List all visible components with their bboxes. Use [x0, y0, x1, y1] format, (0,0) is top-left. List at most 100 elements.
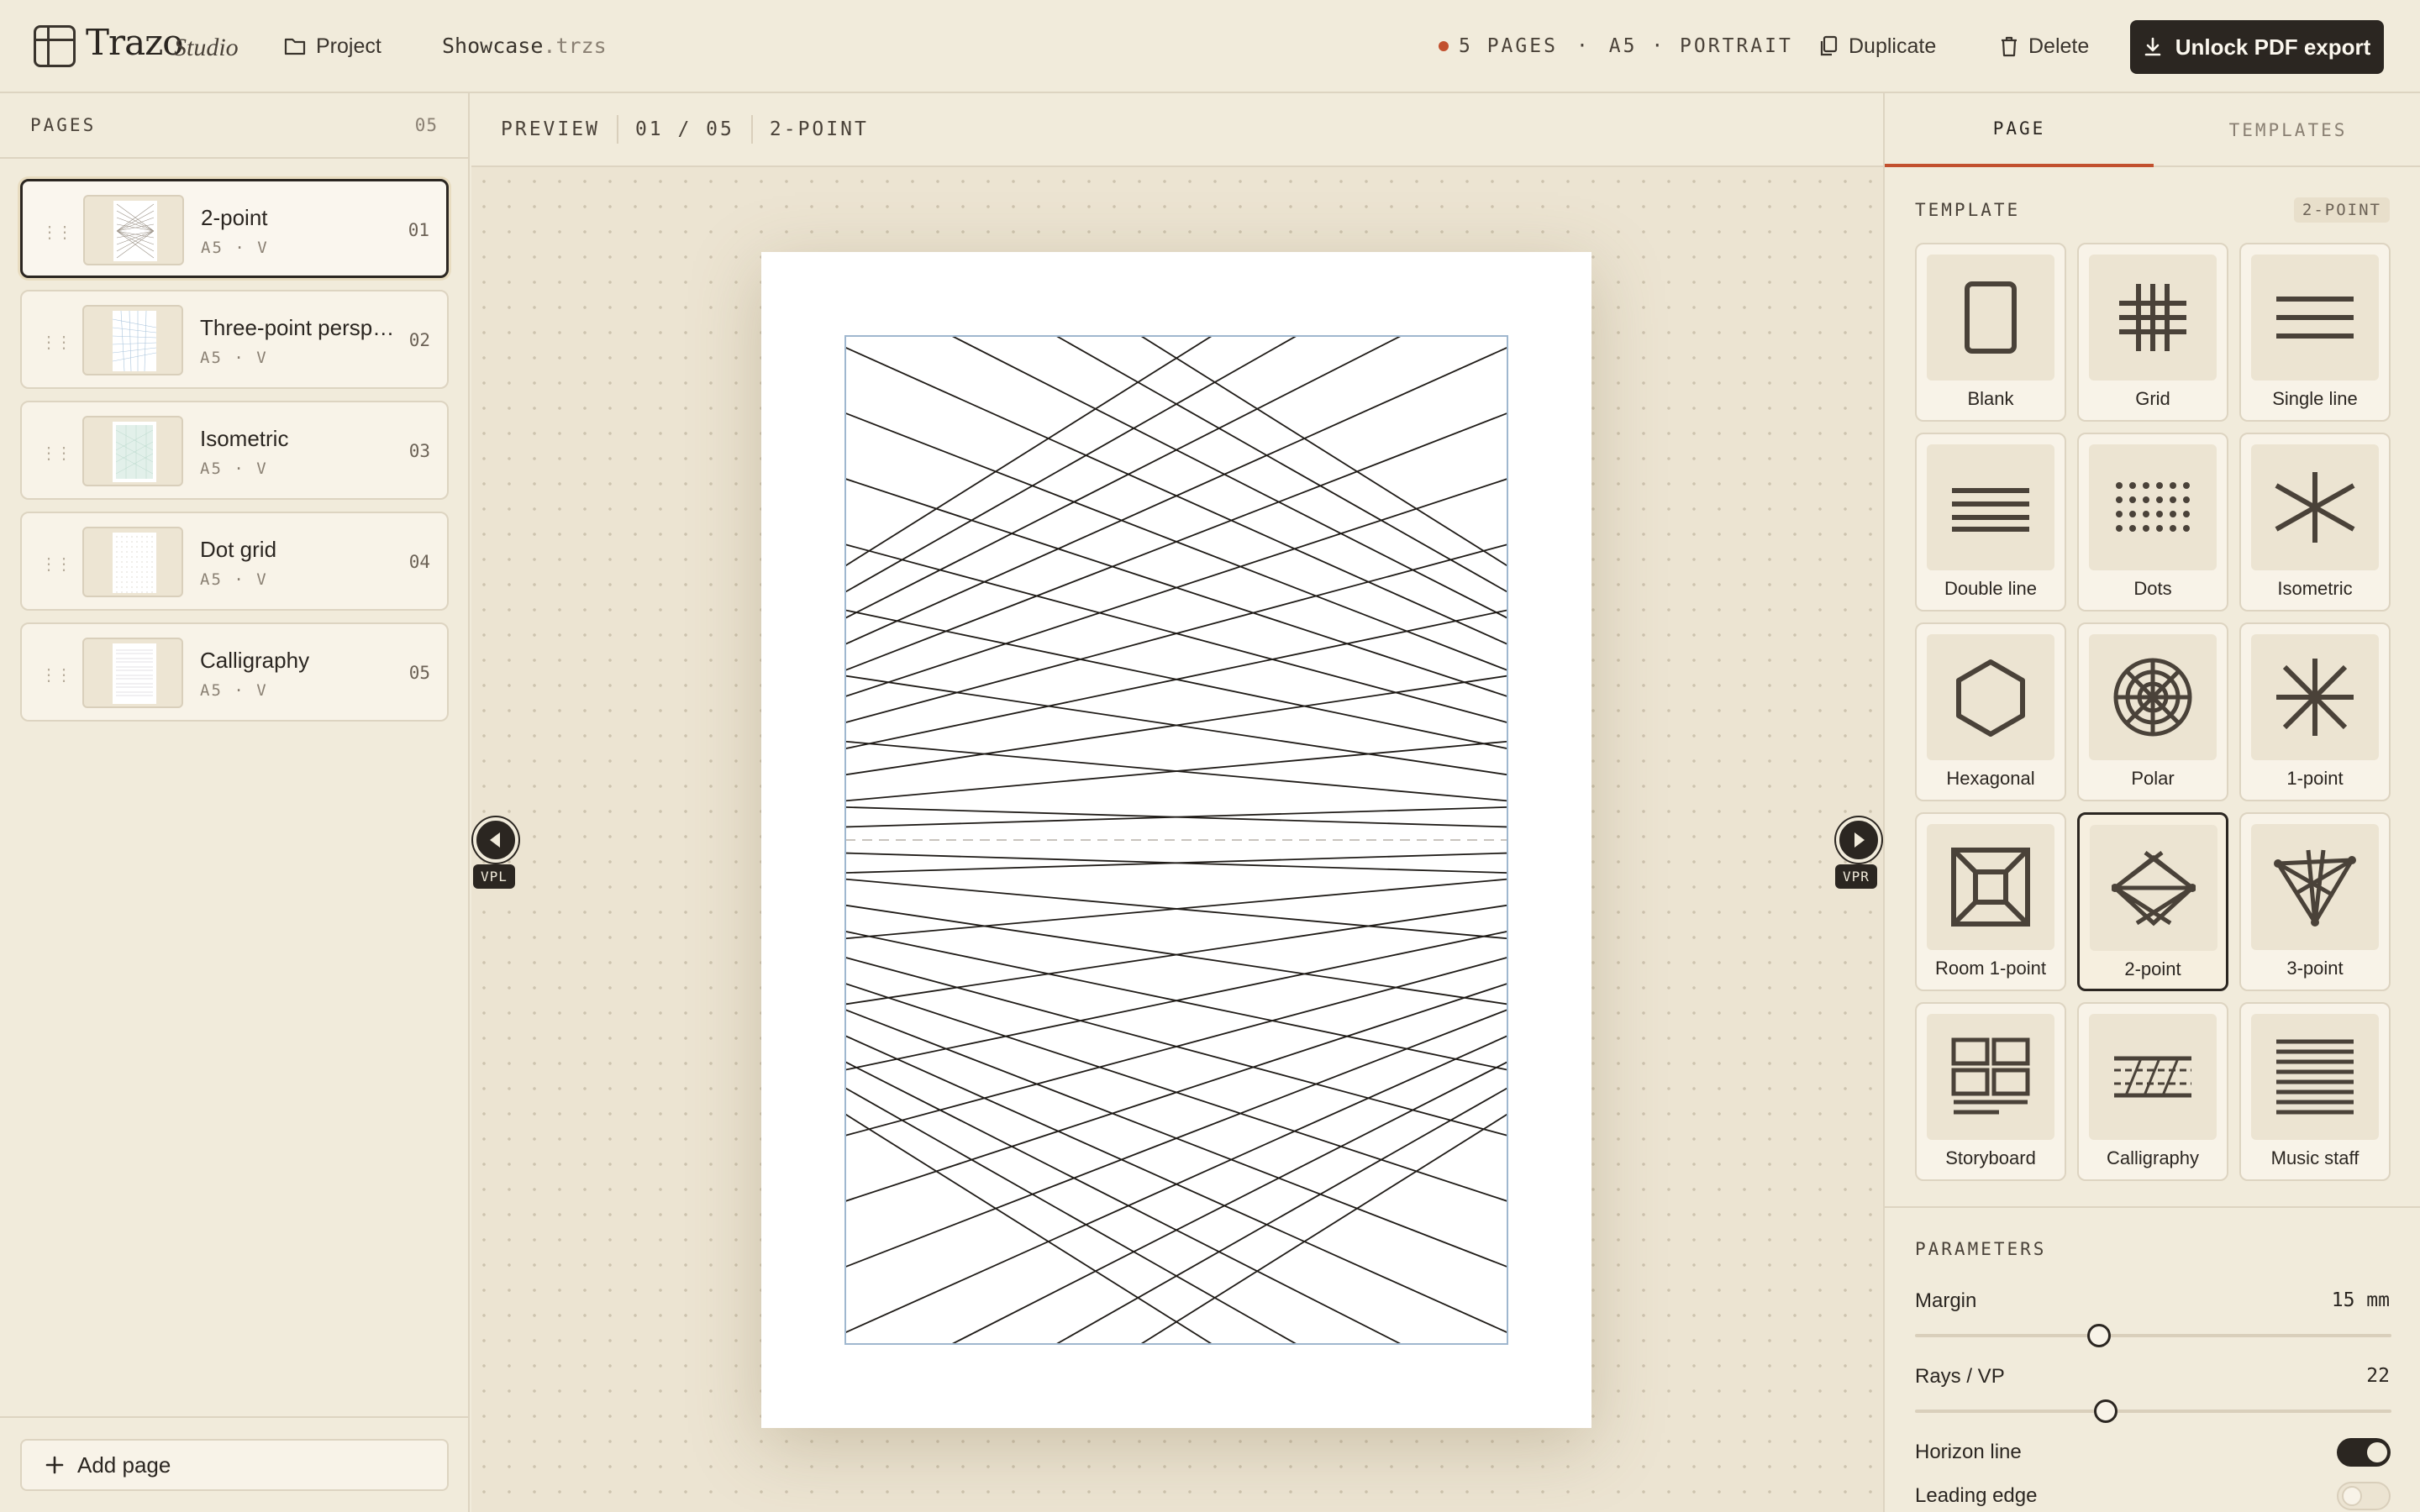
template-3-point[interactable]: 3-point — [2239, 812, 2391, 991]
calligraphy-icon — [2089, 1014, 2217, 1140]
vanishing-point-right-handle[interactable] — [1836, 817, 1881, 863]
leading-edge-toggle[interactable] — [2337, 1482, 2391, 1510]
page-thumbnail — [82, 638, 183, 708]
template-chip: 2-POINT — [2293, 197, 2390, 223]
page-format: A5 · V — [200, 459, 268, 478]
logo-icon — [34, 25, 76, 67]
template-hexagonal[interactable]: Hexagonal — [1915, 622, 2066, 801]
template-music-staff[interactable]: Music staff — [2239, 1002, 2391, 1181]
perspective-ray-right — [950, 336, 1507, 619]
template-storyboard[interactable]: Storyboard — [1915, 1002, 2066, 1181]
template-label: Hexagonal — [1946, 768, 2035, 789]
margin-param: Margin 15 mm — [1915, 1289, 2390, 1313]
add-page-button[interactable]: Add page — [20, 1439, 449, 1491]
tab-templates[interactable]: TEMPLATES — [2154, 93, 2420, 167]
page-format: A5 · V — [200, 681, 268, 700]
horizon-line-toggle[interactable] — [2337, 1438, 2391, 1467]
page-thumbnail — [82, 527, 183, 597]
template-grid-option[interactable]: Grid — [2077, 243, 2228, 422]
polar-icon — [2089, 634, 2217, 760]
duplicate-label: Duplicate — [1849, 34, 1937, 58]
document-meta: 5 PAGES · A5 · PORTRAIT — [1439, 35, 1793, 57]
pages-sidebar: PAGES 05 ⋮⋮ 2-point A5 · V 01 ⋮⋮ Three-p… — [0, 93, 470, 1512]
template-label: Blank — [1967, 388, 2014, 409]
rays-slider-handle[interactable] — [2093, 1399, 2118, 1423]
delete-button[interactable]: Delete — [2000, 25, 2089, 67]
template-label: 2-point — [2124, 958, 2181, 979]
page-title: Isometric — [200, 426, 289, 451]
template-polar[interactable]: Polar — [2077, 622, 2228, 801]
template-label: Double line — [1944, 578, 2038, 599]
two-point-perspective-drawing — [844, 335, 1508, 1345]
horizon-param: Horizon line — [1915, 1441, 2390, 1464]
template-label: Single line — [2272, 388, 2358, 409]
leading-edge-param: Leading edge — [1915, 1484, 2390, 1508]
template-1-point[interactable]: 1-point — [2239, 622, 2391, 801]
page-card-1[interactable]: ⋮⋮ 2-point A5 · V 01 — [20, 179, 449, 278]
page-number: 05 — [408, 663, 430, 683]
vanishing-point-left-handle[interactable] — [473, 817, 518, 863]
duplicate-button[interactable]: Duplicate — [1818, 25, 1936, 67]
page-card-3[interactable]: ⋮⋮ Isometric A5 · V 03 — [20, 401, 449, 500]
status-dot-icon — [1439, 41, 1449, 51]
template-label: Polar — [2131, 768, 2175, 789]
perspective-ray-left — [845, 675, 1507, 776]
drag-handle-icon[interactable]: ⋮⋮ — [40, 443, 72, 463]
project-button[interactable]: Project — [284, 25, 381, 67]
template-double-line[interactable]: Double line — [1915, 433, 2066, 612]
template-calligraphy[interactable]: Calligraphy — [2077, 1002, 2228, 1181]
perspective-ray-left — [845, 1113, 1213, 1344]
page-number: 01 — [408, 220, 429, 240]
single-line-icon — [2251, 255, 2379, 381]
top-bar: Trazo Studio Project Showcase.trzs 5 PAG… — [0, 0, 2420, 93]
perspective-ray-right — [950, 1061, 1507, 1344]
perspective-ray-right — [845, 1035, 1507, 1334]
template-isometric[interactable]: Isometric — [2239, 433, 2391, 612]
unlock-pdf-export-button[interactable]: Unlock PDF export — [2130, 20, 2384, 74]
preview-template: 2-POINT — [769, 118, 869, 140]
margin-slider-handle[interactable] — [2086, 1324, 2111, 1347]
template-title: TEMPLATE — [1915, 200, 2021, 220]
page-card-2[interactable]: ⋮⋮ Three-point perspe… A5 · V 02 — [20, 290, 449, 389]
thumbnail-3-point — [113, 311, 156, 371]
one-point-icon — [2251, 634, 2379, 760]
perspective-ray-right — [845, 478, 1507, 697]
page-card-4[interactable]: ⋮⋮ Dot grid A5 · V 04 — [20, 512, 449, 611]
pages-header: PAGES 05 — [30, 115, 438, 135]
tab-page[interactable]: PAGE — [1885, 93, 2154, 167]
template-dots[interactable]: Dots — [2077, 433, 2228, 612]
two-point-icon — [2090, 825, 2217, 951]
delete-label: Delete — [2028, 34, 2090, 58]
drag-handle-icon[interactable]: ⋮⋮ — [40, 664, 72, 685]
toggle-knob — [2342, 1486, 2362, 1506]
template-single-line[interactable]: Single line — [2239, 243, 2391, 422]
preview-bar: PREVIEW 01 / 05 2-POINT — [471, 93, 1883, 167]
pages-meta: 5 PAGES — [1459, 35, 1558, 57]
file-name[interactable]: Showcase.trzs — [442, 34, 607, 58]
page-index: 01 / 05 — [634, 118, 734, 140]
template-label: Room 1-point — [1934, 958, 2047, 979]
template-label: Calligraphy — [2106, 1147, 2200, 1168]
template-blank[interactable]: Blank — [1915, 243, 2066, 422]
preview-canvas[interactable]: PREVIEW 01 / 05 2-POINT VPL VPR — [471, 93, 1883, 1512]
perspective-ray-left — [845, 1061, 1402, 1344]
meta-separator: · — [1576, 35, 1591, 57]
drag-handle-icon[interactable]: ⋮⋮ — [40, 554, 72, 574]
template-room-1-point[interactable]: Room 1-point — [1915, 812, 2066, 991]
page-number: 04 — [408, 552, 430, 572]
project-label: Project — [316, 34, 381, 58]
folder-icon — [284, 38, 306, 55]
rays-value: 22 — [2366, 1365, 2390, 1387]
template-label: Music staff — [2270, 1147, 2360, 1168]
parameters-title: PARAMETERS — [1915, 1239, 2047, 1259]
rays-slider[interactable] — [1915, 1399, 2391, 1423]
page-title: 2-point — [201, 205, 268, 230]
drag-handle-icon[interactable]: ⋮⋮ — [41, 222, 73, 242]
margin-label: Margin — [1915, 1289, 1977, 1312]
divider — [0, 157, 468, 159]
trash-icon — [2002, 36, 2017, 57]
margin-slider[interactable] — [1915, 1324, 2391, 1347]
template-2-point[interactable]: 2-point — [2077, 812, 2228, 991]
page-card-5[interactable]: ⋮⋮ Calligraphy A5 · V 05 — [20, 622, 449, 722]
drag-handle-icon[interactable]: ⋮⋮ — [40, 332, 72, 352]
